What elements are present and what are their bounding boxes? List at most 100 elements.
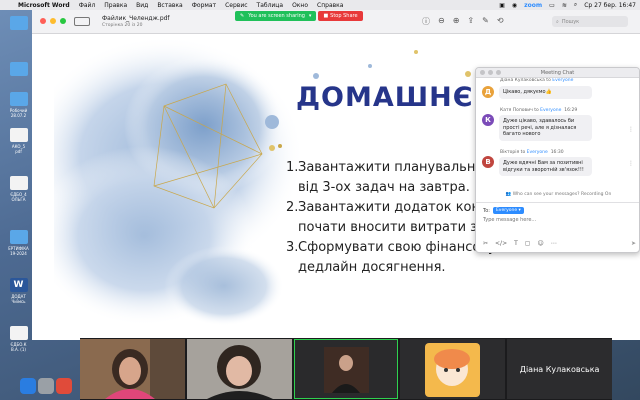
- stop-share-button[interactable]: ■ Stop Share: [318, 11, 363, 21]
- screenshot-icon[interactable]: ✂: [483, 240, 488, 247]
- menu-format[interactable]: Формат: [192, 2, 216, 9]
- emoji-icon[interactable]: ☺: [537, 240, 543, 247]
- page-info: Сторінка 20 із 20: [102, 23, 143, 28]
- desktop-icon[interactable]: [5, 16, 32, 32]
- chat-messages: Діана Кулаковська to Everyone Д Цікаво, …: [476, 78, 639, 196]
- participant-video: [323, 347, 369, 393]
- people-icon: 👥: [505, 192, 512, 197]
- finder-icon[interactable]: [20, 378, 36, 394]
- desktop: Робочий 28.07.2 АКО_5 pdf ЄДБО_4 ОЛЬГА Е…: [0, 10, 32, 400]
- menu-bar: Microsoft Word Файл Правка Вид Вставка Ф…: [0, 0, 640, 10]
- zoom-out-icon[interactable]: ⊖: [438, 16, 445, 27]
- video-icon[interactable]: ▣: [499, 2, 505, 9]
- search-input[interactable]: ⌕ Пошук: [552, 16, 628, 27]
- chat-window-controls: [480, 70, 501, 75]
- more-options-icon[interactable]: ⋮: [628, 126, 634, 133]
- participant-video-tile[interactable]: [80, 339, 185, 399]
- rotate-icon[interactable]: ⟲: [497, 16, 504, 27]
- minimize-window-button[interactable]: [50, 18, 56, 24]
- attach-file-icon[interactable]: ▢: [525, 240, 531, 247]
- message-input[interactable]: [483, 217, 633, 223]
- dock: [18, 372, 80, 400]
- recipient-select[interactable]: Everyone ▾: [492, 207, 524, 214]
- folder-icon: [9, 16, 28, 30]
- desktop-icon[interactable]: [5, 62, 32, 78]
- participant-video: [80, 339, 185, 399]
- chat-header: Meeting Chat: [476, 68, 639, 78]
- participant-name-tile[interactable]: Діана Кулаковська: [507, 339, 612, 399]
- zoom-chat-button[interactable]: [496, 70, 501, 75]
- menu-insert[interactable]: Вставка: [157, 2, 182, 9]
- message-bubble: Дуже вдячні Вам за позитивні відгуки та …: [499, 157, 592, 176]
- search-menubar-icon[interactable]: ⌕: [574, 1, 577, 9]
- sidebar-toggle-button[interactable]: [74, 17, 90, 26]
- markup-icon[interactable]: ✎: [482, 16, 489, 27]
- message-meta: Вікторія to Everyone 16:30: [500, 150, 564, 155]
- chat-composer: To: Everyone ▾ ✂ </> T ▢ ☺ ⋯ ➤: [476, 202, 639, 252]
- clock[interactable]: Ср 27 бер. 16:47: [584, 2, 636, 9]
- message-bubble: Цікаво, дякуємо👍: [499, 86, 592, 99]
- list-item: дедлайн досягнення.: [298, 260, 446, 275]
- zoom-window-button[interactable]: [60, 18, 66, 24]
- desktop-icon[interactable]: ЕРТИФІКА 19-2024: [5, 230, 32, 256]
- folder-icon: [9, 230, 28, 244]
- message-bubble: Дуже цікаво, здавалось би прості речі, а…: [499, 115, 592, 141]
- pin-icon: ✎: [240, 13, 245, 19]
- desktop-icon[interactable]: АКО_5 pdf: [5, 128, 32, 154]
- privacy-notice[interactable]: 👥 Who can see your messages? Recording O…: [476, 192, 639, 197]
- desktop-icon[interactable]: W ДОДАТ Чиїмсь: [5, 278, 32, 304]
- menu-edit[interactable]: Правка: [104, 2, 127, 9]
- desktop-icon[interactable]: ЄДБО.К В.А. (1): [5, 326, 32, 352]
- menu-help[interactable]: Справка: [317, 2, 343, 9]
- sharing-status[interactable]: ✎ You are screen sharing ▾: [235, 11, 317, 21]
- more-icon[interactable]: ⋯: [551, 240, 557, 247]
- desktop-icon[interactable]: Робочий 28.07.2: [5, 92, 32, 118]
- more-options-icon[interactable]: ⋮: [628, 160, 634, 167]
- desktop-icon[interactable]: ЄДБО_4 ОЛЬГА: [5, 176, 32, 202]
- menu-table[interactable]: Таблица: [257, 2, 284, 9]
- menu-app-name[interactable]: Microsoft Word: [18, 2, 70, 9]
- battery-icon[interactable]: ▭: [549, 2, 555, 9]
- avatar: Д: [482, 86, 494, 98]
- word-file-icon: W: [9, 278, 28, 292]
- share-icon[interactable]: ⇪: [467, 16, 474, 27]
- zoom-in-icon[interactable]: ⊕: [453, 16, 460, 27]
- send-button[interactable]: ➤: [631, 240, 636, 247]
- format-icon[interactable]: T: [514, 240, 518, 247]
- close-chat-button[interactable]: [480, 70, 485, 75]
- file-icon: [9, 326, 28, 340]
- menu-window[interactable]: Окно: [292, 2, 308, 9]
- status-area: ▣ ◉ zoom ▭ ≋ ⌕ Ср 27 бер. 16:47: [499, 1, 636, 9]
- control-icon[interactable]: ◉: [512, 2, 517, 9]
- recipient-row: To: Everyone ▾: [483, 207, 524, 214]
- menu-view[interactable]: Вид: [136, 2, 148, 9]
- participant-video-tile[interactable]: [400, 339, 506, 399]
- participant-strip: Діана Кулаковська: [80, 338, 612, 400]
- stop-icon: ■: [323, 13, 329, 19]
- search-icon: ⌕: [556, 18, 559, 25]
- zoom-status-item[interactable]: zoom: [524, 2, 542, 9]
- avatar: К: [482, 114, 494, 126]
- info-icon[interactable]: ⓘ: [422, 16, 430, 27]
- document-title: Файлик_Челендж.pdf: [102, 15, 170, 22]
- file-icon: [9, 176, 28, 190]
- participant-name: Діана Кулаковська: [507, 339, 612, 399]
- code-icon[interactable]: </>: [495, 240, 507, 247]
- participant-avatar-illustration: [400, 339, 506, 399]
- menu-file[interactable]: Файл: [79, 2, 96, 9]
- close-window-button[interactable]: [40, 18, 46, 24]
- folder-icon: [9, 92, 28, 106]
- message-meta: Діана Кулаковська to Everyone: [500, 78, 574, 83]
- wifi-icon[interactable]: ≋: [562, 2, 567, 9]
- participant-video: [186, 339, 292, 399]
- pdf-file-icon: [9, 128, 28, 142]
- participant-video-tile-active[interactable]: [293, 339, 399, 399]
- participant-video-tile[interactable]: [186, 339, 292, 399]
- avatar: В: [482, 156, 494, 168]
- launchpad-icon[interactable]: [38, 378, 54, 394]
- menu-tools[interactable]: Сервис: [225, 2, 247, 9]
- minimize-chat-button[interactable]: [488, 70, 493, 75]
- sharing-options-icon: ▾: [308, 13, 312, 19]
- app-icon[interactable]: [56, 378, 72, 394]
- screen-share-banner: ✎ You are screen sharing ▾ ■ Stop Share: [235, 10, 405, 22]
